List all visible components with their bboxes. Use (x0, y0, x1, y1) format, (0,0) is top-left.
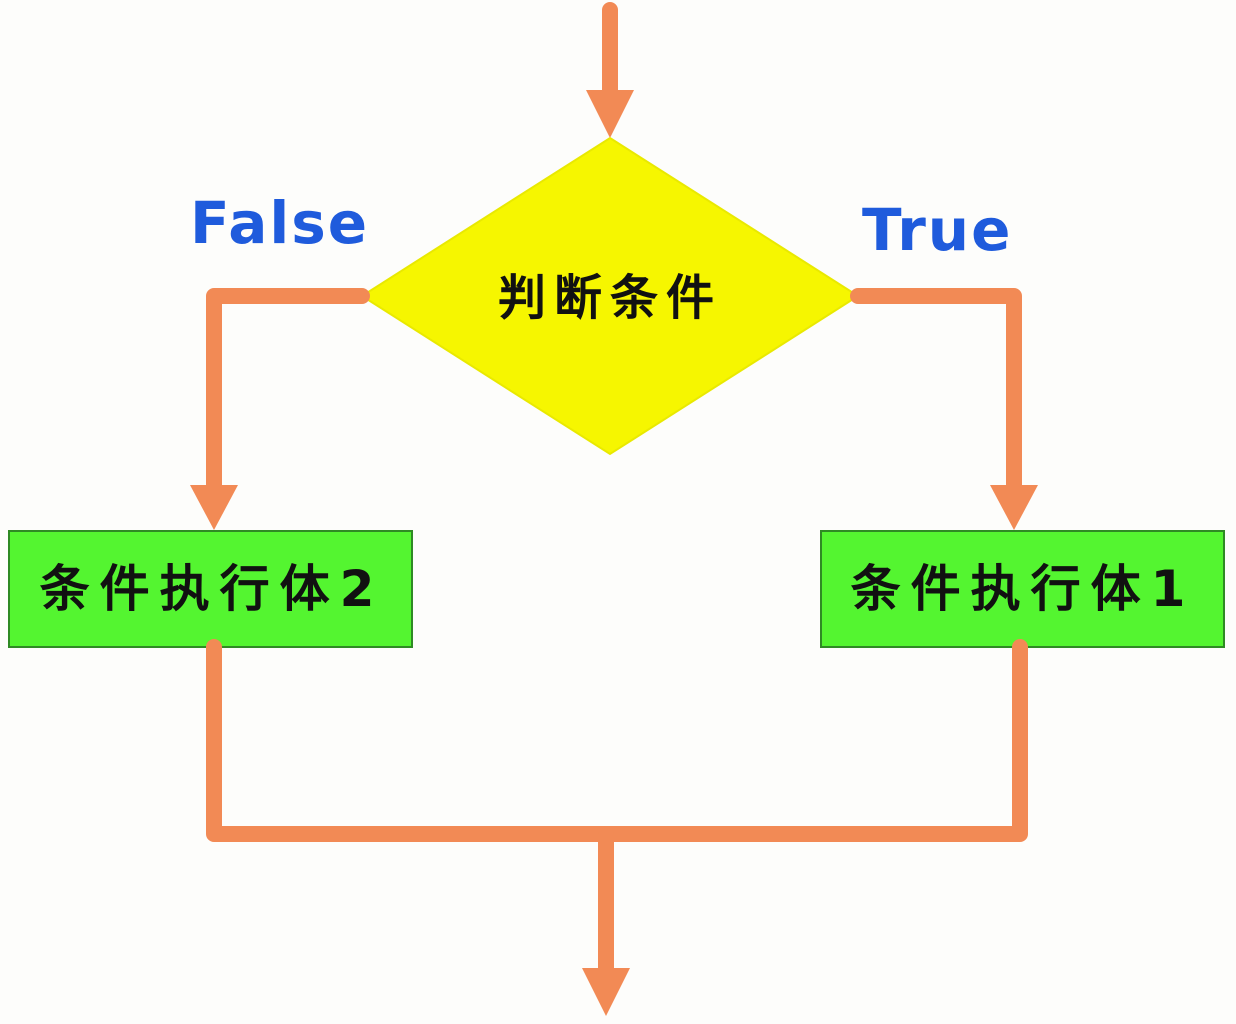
true-branch-label: True (862, 196, 1012, 264)
true-branch-arrowhead (990, 485, 1038, 530)
false-branch-label: False (190, 189, 369, 257)
flowchart-canvas: False True 判断条件 条件执行体2 条件执行体1 (0, 0, 1236, 1024)
merge-line (206, 639, 1028, 842)
flowchart-svg: False True 判断条件 条件执行体2 条件执行体1 (8, 2, 1225, 1016)
decision-label: 判断条件 (498, 270, 722, 326)
false-branch-arrowhead (190, 485, 238, 530)
false-branch-line (206, 288, 370, 498)
entry-arrowhead (586, 90, 634, 138)
true-branch-line (850, 288, 1022, 498)
right-box-label: 条件执行体1 (851, 560, 1196, 618)
left-box-label: 条件执行体2 (40, 560, 385, 618)
exit-arrowhead (582, 968, 630, 1016)
